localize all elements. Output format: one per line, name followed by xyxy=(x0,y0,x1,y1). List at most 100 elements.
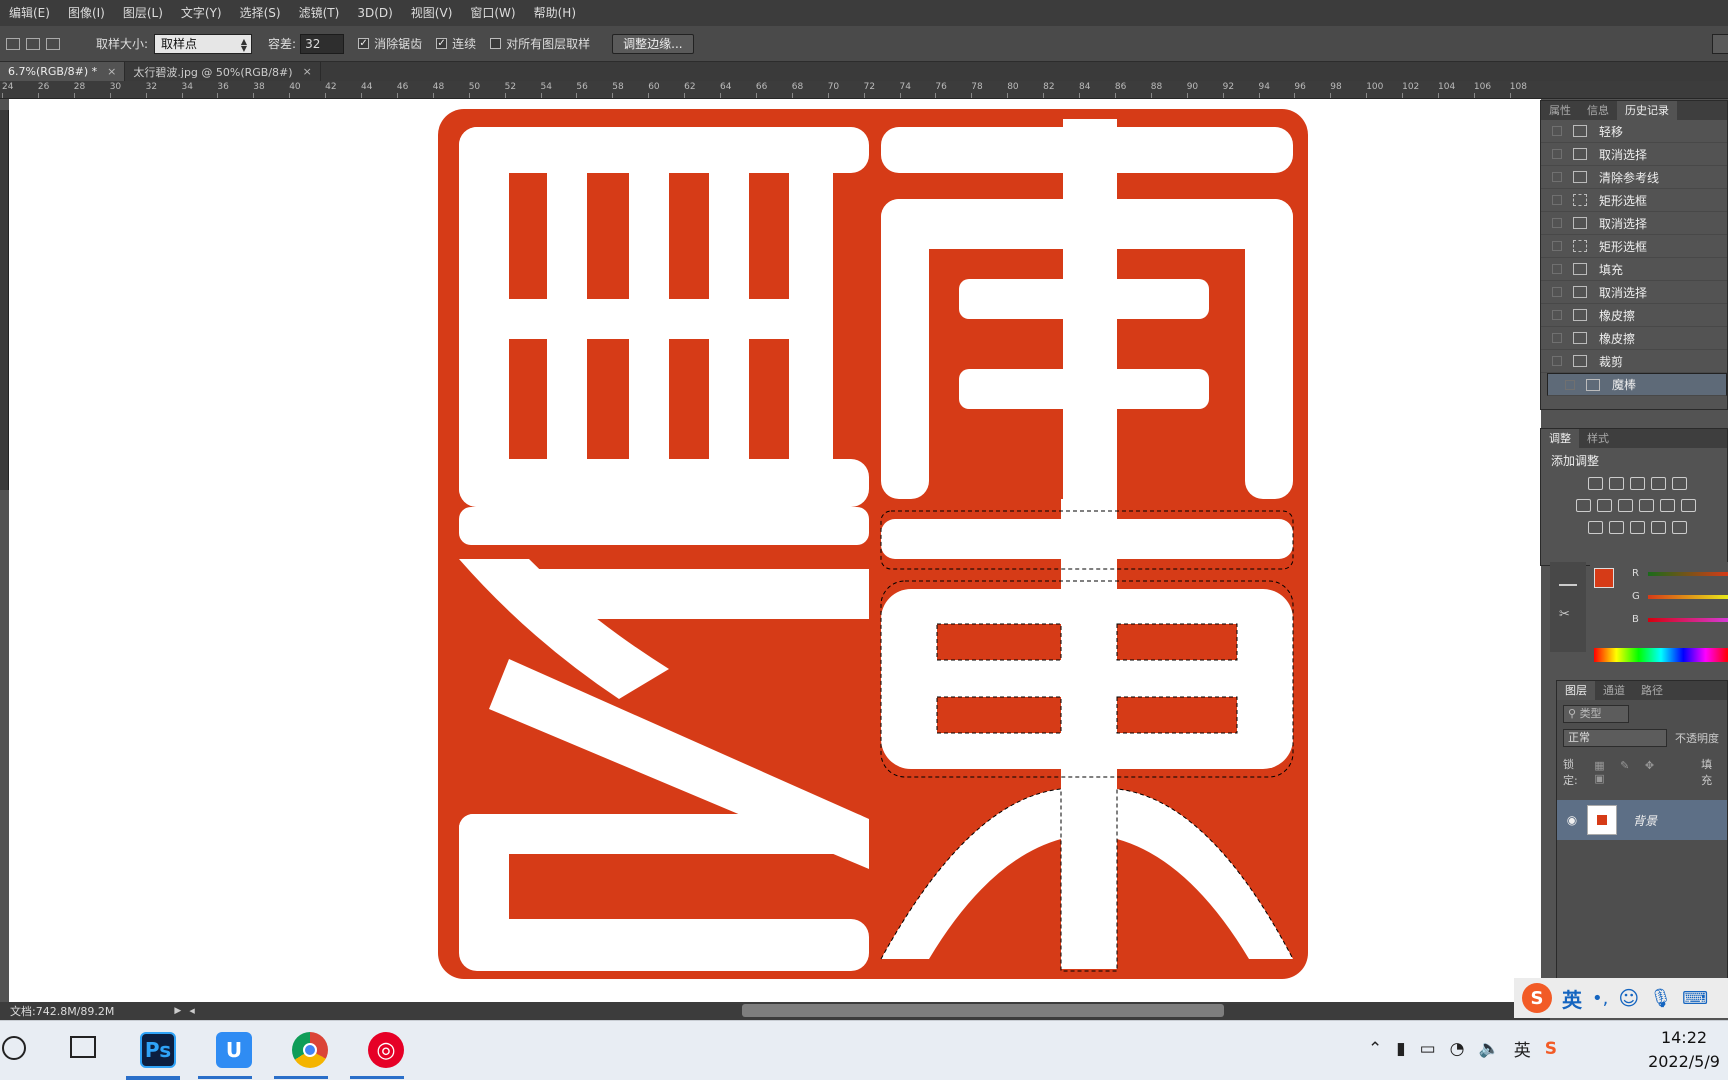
panel-tab[interactable]: 信息 xyxy=(1579,101,1617,120)
foreground-color-swatch[interactable] xyxy=(1594,568,1614,588)
emoji-icon[interactable]: ☺ xyxy=(1618,986,1639,1010)
history-item[interactable]: 取消选择 xyxy=(1541,281,1727,304)
clock[interactable]: 14:22 2022/5/9 xyxy=(1640,1026,1728,1074)
invert-icon[interactable] xyxy=(1588,521,1603,534)
menu-item[interactable]: 3D(D) xyxy=(348,0,401,26)
scroll-left-icon[interactable]: ◀ xyxy=(189,1007,194,1015)
eye-icon[interactable]: ◉ xyxy=(1557,813,1587,827)
battery-icon[interactable]: ▭ xyxy=(1420,1039,1436,1059)
photo-filter-icon[interactable] xyxy=(1639,499,1654,512)
history-item[interactable]: 橡皮擦 xyxy=(1541,304,1727,327)
menu-item[interactable]: 图像(I) xyxy=(59,0,114,26)
threshold-icon[interactable] xyxy=(1630,521,1645,534)
menu-item[interactable]: 文字(Y) xyxy=(172,0,231,26)
posterize-icon[interactable] xyxy=(1609,521,1624,534)
ime-toolbar[interactable]: S 英 •, ☺ 🎙 ⌨ xyxy=(1514,978,1728,1018)
phone-icon[interactable]: ▮ xyxy=(1396,1039,1405,1059)
panel-tab[interactable]: 样式 xyxy=(1579,429,1617,448)
history-snapshot-checkbox[interactable] xyxy=(1552,356,1562,366)
exposure-icon[interactable] xyxy=(1651,477,1666,490)
history-item[interactable]: 橡皮擦 xyxy=(1541,327,1727,350)
history-item[interactable]: 清除参考线 xyxy=(1541,166,1727,189)
microphone-icon[interactable]: 🎙 xyxy=(1649,988,1672,1009)
chrome-icon[interactable] xyxy=(292,1032,328,1068)
gradient-map-icon[interactable] xyxy=(1672,521,1687,534)
history-snapshot-checkbox[interactable] xyxy=(1552,126,1562,136)
panel-tab[interactable]: 通道 xyxy=(1595,681,1633,700)
document-tab[interactable]: 6.7%(RGB/8#) * × xyxy=(0,62,126,81)
color-spectrum[interactable] xyxy=(1594,648,1728,662)
menu-item[interactable]: 帮助(H) xyxy=(525,0,585,26)
volume-icon[interactable]: 🔈 xyxy=(1479,1039,1500,1059)
menu-item[interactable]: 滤镜(T) xyxy=(290,0,349,26)
sample-size-select[interactable]: 取样点 ▲ ▼ xyxy=(154,33,253,54)
layer-row[interactable]: ◉ 背景 xyxy=(1557,800,1727,840)
history-snapshot-checkbox[interactable] xyxy=(1552,241,1562,251)
history-snapshot-checkbox[interactable] xyxy=(1552,149,1562,159)
history-item[interactable]: 取消选择 xyxy=(1541,143,1727,166)
panel-tab[interactable]: 属性 xyxy=(1541,101,1579,120)
tools-panel[interactable] xyxy=(0,110,9,490)
menu-item[interactable]: 编辑(E) xyxy=(0,0,59,26)
history-snapshot-checkbox[interactable] xyxy=(1552,287,1562,297)
blend-mode-select[interactable]: 正常 xyxy=(1563,729,1667,747)
history-snapshot-checkbox[interactable] xyxy=(1552,333,1562,343)
history-snapshot-checkbox[interactable] xyxy=(1552,172,1562,182)
new-selection-icon[interactable] xyxy=(6,37,20,50)
brightness-icon[interactable] xyxy=(1588,477,1603,490)
selective-color-icon[interactable] xyxy=(1651,521,1666,534)
color-balance-icon[interactable] xyxy=(1597,499,1612,512)
close-icon[interactable]: × xyxy=(107,65,116,78)
history-item[interactable]: 轻移 xyxy=(1541,120,1727,143)
history-snapshot-checkbox[interactable] xyxy=(1552,310,1562,320)
sogou-tray-icon[interactable]: S xyxy=(1545,1039,1557,1059)
layer-filter-select[interactable]: ⚲ 类型 xyxy=(1563,705,1629,723)
search-icon[interactable] xyxy=(2,1036,26,1060)
antialias-checkbox[interactable]: ✓ xyxy=(358,38,370,49)
punctuation-icon[interactable]: •, xyxy=(1592,988,1608,1009)
vibrance-icon[interactable] xyxy=(1672,477,1687,490)
lock-icons[interactable]: ▦ ✎ ✥ ▣ xyxy=(1594,759,1677,785)
history-item[interactable]: 矩形选框 xyxy=(1541,235,1727,258)
close-icon[interactable]: × xyxy=(303,65,312,78)
channel-slider[interactable] xyxy=(1648,595,1728,599)
panel-tab[interactable]: 调整 xyxy=(1541,429,1579,448)
subtract-selection-icon[interactable] xyxy=(46,37,60,50)
menu-item[interactable]: 选择(S) xyxy=(231,0,290,26)
play-arrow-icon[interactable]: ▶ xyxy=(174,1006,181,1016)
history-item[interactable]: 裁剪 xyxy=(1541,350,1727,373)
panel-tab[interactable]: 历史记录 xyxy=(1617,101,1677,120)
color-lookup-icon[interactable] xyxy=(1681,499,1696,512)
tools-icon[interactable]: ✂ xyxy=(1559,608,1577,622)
tolerance-input[interactable]: 32 xyxy=(300,33,345,54)
hue-saturation-icon[interactable] xyxy=(1576,499,1591,512)
history-item[interactable]: 魔棒 xyxy=(1547,373,1727,396)
task-view-icon[interactable] xyxy=(70,1036,96,1058)
histogram-icon[interactable] xyxy=(1559,574,1577,586)
workspace-button[interactable] xyxy=(1712,34,1728,54)
photoshop-icon[interactable]: Ps xyxy=(140,1032,176,1068)
sample-all-checkbox[interactable] xyxy=(490,38,502,49)
history-snapshot-checkbox[interactable] xyxy=(1552,264,1562,274)
ime-mode-label[interactable]: 英 xyxy=(1562,984,1582,1013)
curves-icon[interactable] xyxy=(1630,477,1645,490)
document-tab[interactable]: 太行碧波.jpg @ 50%(RGB/8#) × xyxy=(125,62,321,81)
history-item[interactable]: 填充 xyxy=(1541,258,1727,281)
contiguous-checkbox[interactable]: ✓ xyxy=(436,38,448,49)
channel-mixer-icon[interactable] xyxy=(1660,499,1675,512)
netease-music-icon[interactable]: ◎ xyxy=(368,1032,404,1068)
panel-tab[interactable]: 图层 xyxy=(1557,681,1595,700)
history-snapshot-checkbox[interactable] xyxy=(1552,195,1562,205)
canvas[interactable] xyxy=(9,99,1541,1002)
keyboard-icon[interactable]: ⌨ xyxy=(1682,988,1708,1009)
app-u-icon[interactable]: U xyxy=(216,1032,252,1068)
tray-ime-label[interactable]: 英 xyxy=(1514,1036,1531,1061)
black-white-icon[interactable] xyxy=(1618,499,1633,512)
show-hidden-icon[interactable]: ⌃ xyxy=(1368,1039,1382,1059)
panel-tab[interactable]: 路径 xyxy=(1633,681,1671,700)
history-snapshot-checkbox[interactable] xyxy=(1552,218,1562,228)
menu-item[interactable]: 窗口(W) xyxy=(461,0,524,26)
horizontal-scrollbar[interactable] xyxy=(742,1004,1224,1017)
refine-edge-button[interactable]: 调整边缘... xyxy=(612,33,694,54)
levels-icon[interactable] xyxy=(1609,477,1624,490)
